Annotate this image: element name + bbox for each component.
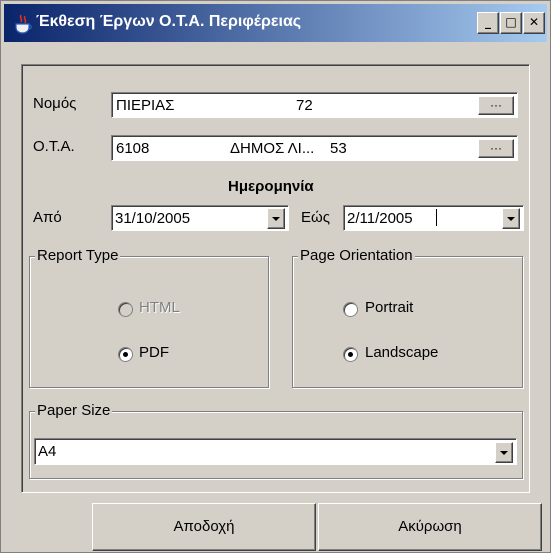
cancel-button[interactable]: Ακύρωση	[318, 503, 542, 551]
page-orientation-title: Page Orientation	[298, 247, 415, 264]
landscape-radio[interactable]	[343, 347, 358, 362]
text-caret	[436, 209, 437, 226]
accept-button[interactable]: Αποδοχή	[92, 503, 316, 551]
date-heading: Ημερομηνία	[228, 178, 314, 195]
html-radio-label: HTML	[139, 299, 180, 316]
to-date-dropdown-button[interactable]	[502, 208, 520, 229]
ota-field[interactable]: 6108 ΔΗΜΟΣ ΛΙ... 53 ···	[111, 135, 518, 161]
paper-size-dropdown-button[interactable]	[495, 442, 513, 463]
nomos-label: Νομός	[33, 95, 77, 112]
window-title: Έκθεση Έργων Ο.Τ.Α. Περιφέρειας	[36, 13, 302, 30]
report-dialog: Έκθεση Έργων Ο.Τ.Α. Περιφέρειας _ □ ✕ Νο…	[0, 0, 551, 553]
close-button[interactable]: ✕	[523, 12, 545, 34]
landscape-radio-label: Landscape	[365, 344, 439, 361]
ota-code-value: 6108	[116, 140, 150, 157]
ota-browse-button[interactable]: ···	[478, 139, 514, 158]
to-date-combo[interactable]: 2/11/2005	[343, 205, 524, 231]
minimize-button[interactable]: _	[477, 12, 499, 34]
paper-size-group: Paper Size A4	[29, 402, 523, 479]
paper-size-value: A4	[38, 443, 57, 460]
pdf-radio[interactable]	[118, 347, 133, 362]
nomos-code-value: 72	[296, 97, 313, 114]
title-bar[interactable]: Έκθεση Έργων Ο.Τ.Α. Περιφέρειας _ □ ✕	[4, 4, 547, 42]
from-label: Από	[33, 209, 62, 226]
pdf-radio-label: PDF	[139, 344, 169, 361]
nomos-name-value: ΠΙΕΡΙΑΣ	[116, 97, 175, 114]
nomos-field[interactable]: ΠΙΕΡΙΑΣ 72 ···	[111, 92, 518, 118]
form-panel: Νομός ΠΙΕΡΙΑΣ 72 ··· Ο.Τ.Α. 6108 ΔΗΜΟΣ Λ…	[21, 64, 530, 493]
portrait-radio-label: Portrait	[365, 299, 414, 316]
paper-size-title: Paper Size	[35, 402, 113, 419]
report-type-title: Report Type	[35, 247, 121, 264]
portrait-radio[interactable]	[343, 302, 358, 317]
from-date-dropdown-button[interactable]	[267, 208, 285, 229]
maximize-button[interactable]: □	[500, 12, 522, 34]
to-label: Εώς	[301, 209, 330, 226]
from-date-combo[interactable]: 31/10/2005	[111, 205, 289, 231]
nomos-browse-button[interactable]: ···	[478, 96, 514, 115]
paper-size-select[interactable]: A4	[34, 438, 517, 465]
from-date-value: 31/10/2005	[115, 210, 191, 227]
page-orientation-group: Page Orientation Portrait Landscape	[292, 247, 523, 388]
report-type-group: Report Type HTML PDF	[29, 247, 269, 388]
ota-number-value: 53	[330, 140, 347, 157]
to-date-value: 2/11/2005	[347, 210, 413, 227]
ota-label: Ο.Τ.Α.	[33, 138, 75, 155]
java-cup-icon	[15, 14, 32, 34]
ota-name-value: ΔΗΜΟΣ ΛΙ...	[230, 140, 315, 157]
html-radio[interactable]	[118, 302, 133, 317]
